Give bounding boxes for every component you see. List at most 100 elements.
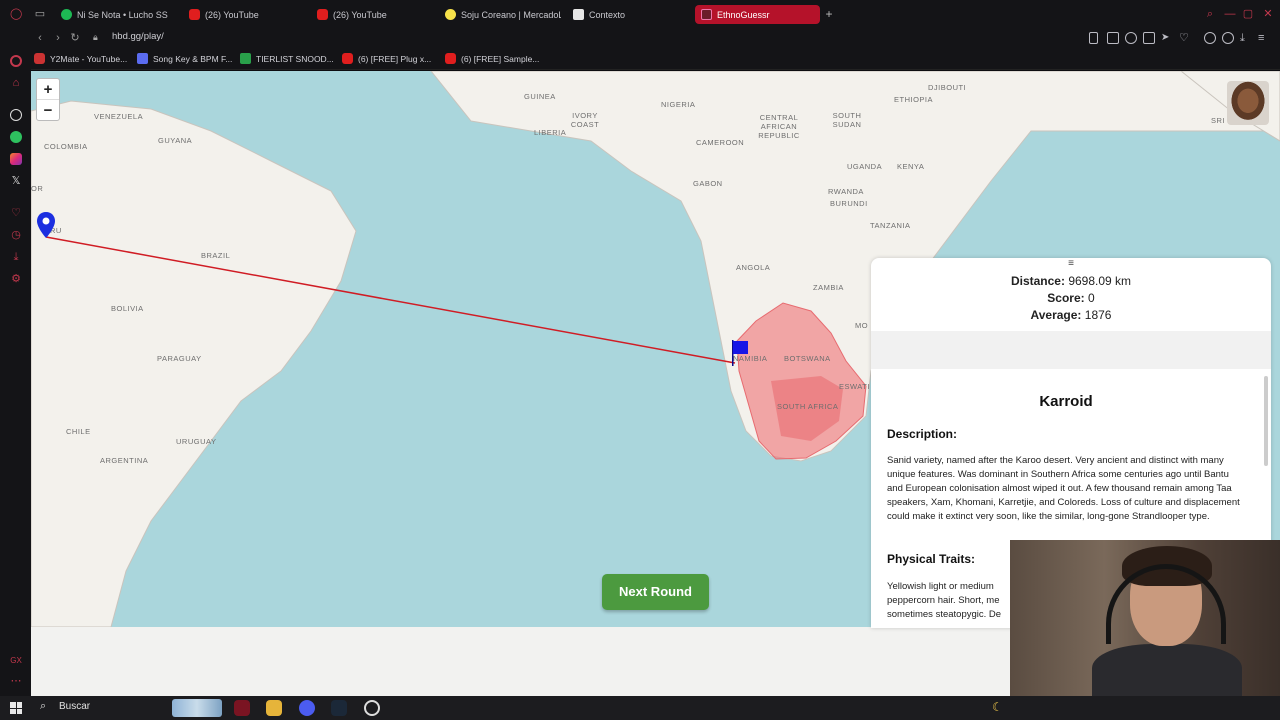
map-label: ETHIOPIA (894, 95, 934, 104)
map-label: LIBERIA (534, 128, 567, 137)
tab-menu-icon[interactable]: ▭ (34, 8, 46, 20)
tab-ethnoguessr[interactable]: EthnoGuessr (695, 5, 820, 24)
file-explorer-icon[interactable] (266, 700, 282, 716)
download-icon[interactable]: ⤓ (10, 251, 22, 263)
profile-icon[interactable] (1222, 32, 1234, 44)
opera-gx-taskbar-icon[interactable] (234, 700, 250, 716)
tab-spotify[interactable]: Ni Se Nota • Lucho SS (55, 5, 177, 24)
maximize-icon[interactable]: ▢ (1242, 8, 1254, 20)
search-tabs-icon[interactable]: ⌕ (1204, 8, 1216, 20)
menu-icon[interactable]: ≡ (1258, 32, 1270, 44)
tab-youtube-1[interactable]: (26) YouTube (183, 5, 303, 24)
gx-icon[interactable]: GX (10, 655, 22, 667)
map-label: GABON (693, 179, 723, 188)
songkey-icon (137, 53, 148, 64)
map-label: ESWATI (839, 382, 870, 391)
panel-drag-handle[interactable]: ≡ (871, 258, 1271, 269)
ethnoguessr-icon (701, 9, 712, 20)
map-label: RWANDA (828, 187, 864, 196)
average-row: Average: 1876 (871, 308, 1271, 322)
search-highlight-image (172, 699, 222, 717)
snapshot-icon[interactable] (1107, 32, 1119, 44)
flag-icon[interactable] (731, 340, 749, 371)
panel-scrollbar[interactable] (1264, 376, 1268, 466)
close-window-icon[interactable]: ✕ (1262, 8, 1274, 20)
url-field[interactable]: hbd.gg/play/ (112, 31, 164, 42)
briefcase-icon[interactable]: ⌂ (10, 77, 22, 89)
zoom-control: + − (36, 78, 60, 121)
description-heading: Description: (887, 427, 958, 441)
settings-icon[interactable]: ⚙ (10, 273, 22, 285)
distance-value: 9698.09 km (1068, 274, 1132, 288)
translate-icon[interactable] (1143, 32, 1155, 44)
x-twitter-icon[interactable]: 𝕏 (10, 175, 22, 187)
score-label: Score: (1047, 291, 1085, 305)
panel-divider (871, 331, 1271, 369)
opera-logo-icon[interactable]: ◯ (10, 8, 22, 20)
windows-start-icon[interactable] (10, 702, 22, 714)
obs-icon[interactable] (364, 700, 380, 716)
ethnoguessr-page: VENEZUELA COLOMBIA GUYANA RU OR BRAZIL B… (31, 71, 1280, 696)
map-label: DJIBOUTI (928, 83, 967, 92)
sample-portrait (1227, 81, 1269, 125)
instagram-icon[interactable] (10, 153, 22, 165)
more-icon[interactable]: ⋯ (10, 675, 22, 687)
distance-label: Distance: (1010, 274, 1065, 288)
map-label: PARAGUAY (157, 354, 202, 363)
download-icon[interactable]: ⤓ (1240, 32, 1252, 44)
heart-icon[interactable]: ♡ (10, 207, 22, 219)
next-round-button[interactable]: Next Round (602, 574, 709, 610)
moon-icon: ☾ (992, 700, 1003, 714)
windows-taskbar: ⌕ Buscar ☾ (0, 696, 1280, 720)
zoom-in-button[interactable]: + (37, 79, 59, 100)
streamer-body (1092, 644, 1242, 696)
bookmark-label: (6) [FREE] Plug x... (358, 53, 432, 64)
taskbar-search[interactable]: Buscar (59, 701, 90, 712)
bookmark-icon[interactable] (1089, 32, 1098, 44)
history-icon[interactable]: ◷ (10, 229, 22, 241)
address-bar: ‹ › ↻ 🔒︎ hbd.gg/play/ ➤ ♡ ⤓ ≡ (0, 28, 1280, 48)
chatgpt-icon[interactable] (10, 109, 22, 121)
forward-icon[interactable]: › (51, 31, 65, 45)
map-label: UGANDA (847, 162, 883, 171)
send-icon[interactable]: ➤ (1161, 32, 1173, 44)
bookmark-songkey[interactable]: Song Key & BPM F... (137, 53, 232, 64)
map-label: BRAZIL (201, 251, 231, 260)
reload-icon[interactable]: ↻ (68, 31, 82, 45)
map-label: BOTSWANA (784, 354, 831, 363)
browser-tab-bar: ◯ ▭ Ni Se Nota • Lucho SS (26) YouTube (… (0, 0, 1280, 28)
zoom-out-button[interactable]: − (37, 100, 59, 121)
map-label: GUINEA (524, 92, 556, 101)
tab-mercadolibre[interactable]: Soju Coreano | MercadoL (439, 5, 561, 24)
extensions-icon[interactable] (1204, 32, 1216, 44)
bookmark-sample[interactable]: (6) [FREE] Sample... (445, 53, 539, 64)
bookmark-tierlist[interactable]: TIERLIST SNOOD... (240, 53, 334, 64)
minimize-icon[interactable]: — (1224, 8, 1236, 20)
tab-contexto[interactable]: Contexto (567, 5, 687, 24)
sheets-icon (240, 53, 251, 64)
aria-icon[interactable] (10, 55, 22, 67)
whatsapp-icon[interactable] (10, 131, 22, 143)
heart-icon[interactable]: ♡ (1179, 32, 1191, 44)
tab-youtube-2[interactable]: (26) YouTube (311, 5, 431, 24)
map-label: COLOMBIA (44, 142, 88, 151)
back-icon[interactable]: ‹ (33, 31, 47, 45)
tab-label: (26) YouTube (205, 9, 259, 20)
map-label: NIGERIA (661, 100, 696, 109)
steam-icon[interactable] (331, 700, 347, 716)
bookmark-plug[interactable]: (6) [FREE] Plug x... (342, 53, 431, 64)
score-row: Score: 0 (871, 291, 1271, 305)
lock-icon: 🔒︎ (93, 32, 98, 42)
new-tab-button[interactable]: + (823, 8, 835, 20)
search-icon[interactable]: ⌕ (40, 700, 46, 713)
contexto-icon (573, 9, 584, 20)
vpn-icon[interactable] (1125, 32, 1137, 44)
bookmark-y2mate[interactable]: Y2Mate - YouTube... (34, 53, 127, 64)
y2mate-icon (34, 53, 45, 64)
discord-icon[interactable] (299, 700, 315, 716)
map-label: MO (855, 321, 869, 330)
map-label: ZAMBIA (813, 283, 844, 292)
map-pin-icon[interactable] (36, 211, 56, 244)
tab-label: Soju Coreano | MercadoL (461, 9, 561, 20)
map-label: SOUTH SUDAN (832, 111, 862, 129)
